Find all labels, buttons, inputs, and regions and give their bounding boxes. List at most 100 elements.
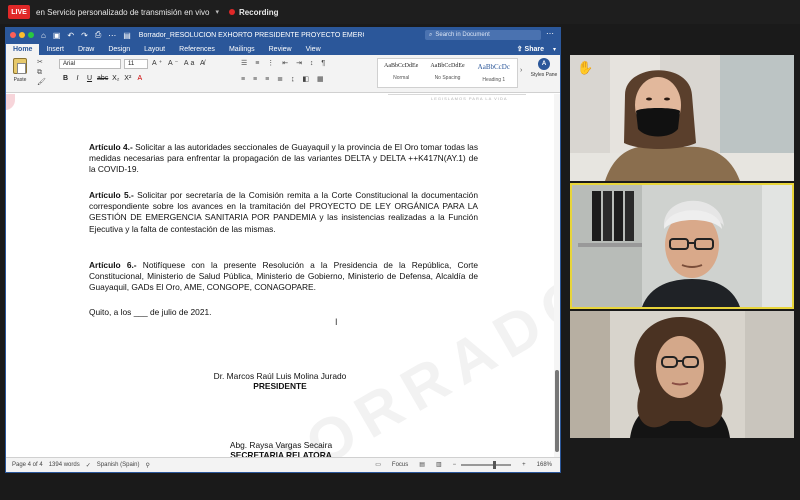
tab-review[interactable]: Review — [262, 46, 299, 55]
borders-icon[interactable]: ▦ — [317, 76, 327, 83]
focus-icon[interactable]: ▭ — [375, 461, 381, 468]
status-bar: Page 4 of 4 1394 words ✓ Spanish (Spain)… — [6, 457, 560, 472]
document-title: Borrador_RESOLUCIÓN EXHORTO PRESIDENTE P… — [138, 31, 364, 39]
participant-video-1[interactable]: ✋ — [570, 55, 794, 181]
style-no-spacing[interactable]: AaBbCcDdEe No Spacing — [424, 59, 470, 87]
paste-button[interactable]: Paste — [9, 58, 31, 83]
web-layout-icon[interactable]: ▥ — [436, 461, 442, 468]
justify-icon[interactable]: ≣ — [277, 76, 286, 83]
decrease-indent-icon[interactable]: ⇤ — [282, 60, 291, 67]
sort-icon[interactable]: ↕ — [310, 60, 317, 67]
recording-icon — [228, 9, 235, 15]
document-icon: ▤ — [123, 30, 131, 40]
styles-gallery: AaBbCcDdEe Normal AaBbCcDdEe No Spacing … — [377, 58, 518, 88]
zoom-slider[interactable] — [461, 460, 512, 469]
underline-button[interactable]: U — [85, 75, 94, 82]
style-sample: AaBbCcDdEe — [384, 63, 419, 69]
signature-name: Abg. Raysa Vargas Secaira — [229, 440, 333, 450]
shrink-font-icon[interactable]: A⁻ — [168, 60, 180, 67]
more-options-icon[interactable]: ⋯ — [546, 29, 554, 38]
zoom-out-icon[interactable]: − — [453, 462, 457, 468]
article-4: Artículo 4.- Solicitar a las autoridades… — [89, 142, 478, 176]
accessibility-icon[interactable]: ⚲ — [145, 462, 149, 469]
share-button[interactable]: ⇪ Share — [517, 45, 544, 53]
tab-design[interactable]: Design — [101, 46, 137, 55]
chevron-right-icon[interactable]: › — [520, 67, 522, 74]
format-painter-icon[interactable]: 🖌 — [37, 78, 46, 88]
article-label: Artículo 6.- — [89, 260, 137, 270]
tab-insert[interactable]: Insert — [39, 46, 71, 55]
print-layout-icon[interactable]: ▤ — [419, 461, 425, 468]
search-in-document[interactable]: ⌕ Search in Document — [425, 30, 541, 40]
word-count[interactable]: 1394 words — [49, 462, 80, 468]
zoom-slider-knob[interactable] — [493, 460, 497, 469]
copy-icon[interactable]: ⧉ — [37, 68, 46, 78]
font-format-buttons: B I U abc X₂ X² A — [61, 75, 144, 82]
tab-view[interactable]: View — [299, 46, 328, 55]
clear-formatting-icon[interactable]: A̸ — [200, 60, 207, 67]
superscript-button[interactable]: X² — [123, 75, 132, 82]
italic-button[interactable]: I — [73, 75, 82, 82]
tab-references[interactable]: References — [172, 46, 222, 55]
clipboard-tools: ✂ ⧉ 🖌 — [37, 58, 46, 88]
participant-video-2[interactable] — [570, 183, 794, 309]
home-icon[interactable]: ⌂ — [41, 31, 46, 40]
scrollbar-thumb[interactable] — [555, 370, 559, 452]
more-tools-icon[interactable]: ⋯ — [108, 31, 116, 40]
align-right-icon[interactable]: ≡ — [265, 76, 272, 83]
align-left-icon[interactable]: ≡ — [241, 76, 248, 83]
stream-service-label[interactable]: en Servicio personalizado de transmisión… — [36, 8, 209, 17]
language[interactable]: Spanish (Spain) — [97, 462, 140, 468]
style-heading-1[interactable]: AaBbCcDc Heading 1 — [471, 59, 517, 87]
font-name-select[interactable]: Arial — [59, 59, 121, 69]
article-6: Artículo 6.- Notifíquese con la presente… — [89, 260, 478, 294]
font-size-select[interactable]: 11 — [124, 59, 148, 69]
signature-role: PRESIDENTE — [253, 381, 307, 391]
zoom-in-icon[interactable]: + — [522, 462, 526, 468]
increase-indent-icon[interactable]: ⇥ — [296, 60, 305, 67]
align-center-icon[interactable]: ≡ — [253, 76, 260, 83]
tab-home[interactable]: Home — [6, 44, 40, 55]
zoom-window-button[interactable] — [28, 32, 34, 38]
chevron-down-icon[interactable]: ▾ — [215, 8, 219, 16]
redo-icon[interactable]: ↷ — [81, 31, 88, 40]
shading-icon[interactable]: ◧ — [302, 76, 312, 83]
subscript-button[interactable]: X₂ — [111, 75, 120, 82]
minimize-window-button[interactable] — [19, 32, 25, 38]
proofing-icon[interactable]: ✓ — [86, 462, 91, 469]
tab-layout[interactable]: Layout — [137, 46, 172, 55]
paragraph-tools-top: ☰ ≡ ⋮ ⇤ ⇥ ↕ ¶ — [241, 59, 328, 67]
screen: LIVE en Servicio personalizado de transm… — [0, 0, 800, 500]
chevron-down-icon[interactable]: ▾ — [553, 46, 556, 53]
line-spacing-icon[interactable]: ↨ — [291, 76, 298, 83]
window-controls — [10, 32, 34, 38]
participant-video-3[interactable] — [570, 311, 794, 438]
bold-button[interactable]: B — [61, 75, 70, 82]
numbering-icon[interactable]: ≡ — [255, 60, 262, 67]
save-icon[interactable]: ▣ — [53, 31, 61, 40]
document-page[interactable]: LEGISLAMOS PARA LA VIDA BORRADOR Artícul… — [6, 94, 560, 472]
word-window: ⌂ ▣ ↶ ↷ ⎙ ⋯ ▤ Borrador_RESOLUCIÓN EXHORT… — [5, 27, 561, 473]
print-icon[interactable]: ⎙ — [95, 30, 101, 40]
font-color-button[interactable]: A — [135, 75, 144, 82]
show-marks-icon[interactable]: ¶ — [321, 60, 328, 67]
undo-icon[interactable]: ↶ — [67, 31, 74, 40]
style-normal[interactable]: AaBbCcDdEe Normal — [378, 59, 424, 87]
bullets-icon[interactable]: ☰ — [241, 60, 250, 67]
cut-icon[interactable]: ✂ — [37, 58, 46, 68]
article-text: Notifíquese con la presente Resolución a… — [89, 260, 478, 293]
styles-pane-button[interactable]: A Styles Pane — [530, 58, 558, 78]
tab-mailings[interactable]: Mailings — [222, 46, 262, 55]
tab-draw[interactable]: Draw — [71, 46, 101, 55]
multilevel-list-icon[interactable]: ⋮ — [267, 60, 277, 67]
article-label: Artículo 5.- — [89, 190, 134, 200]
recording-label: Recording — [238, 7, 279, 17]
close-window-button[interactable] — [10, 32, 16, 38]
live-badge[interactable]: LIVE — [8, 5, 30, 19]
focus-button[interactable]: Focus — [392, 462, 408, 468]
change-case-icon[interactable]: Aa — [184, 60, 197, 67]
page-count[interactable]: Page 4 of 4 — [12, 462, 43, 468]
strikethrough-button[interactable]: abc — [97, 75, 108, 82]
grow-font-icon[interactable]: A⁺ — [152, 60, 164, 67]
zoom-level[interactable]: 168% — [537, 462, 552, 468]
